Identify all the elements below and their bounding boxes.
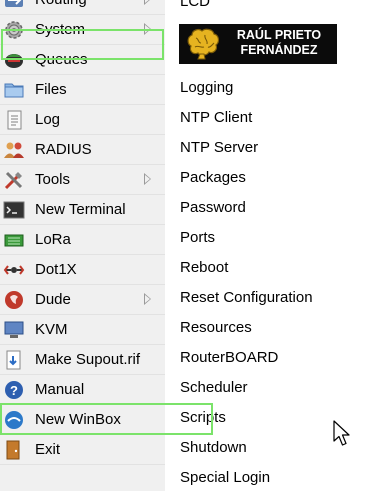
submenu-item-label: Shutdown <box>180 439 247 456</box>
watermark-line1: RAÚL PRIETO <box>236 28 322 42</box>
submenu-item-lcd[interactable]: LCD <box>165 0 379 17</box>
submenu-item-label: Scheduler <box>180 379 248 396</box>
submenu-item-special-login[interactable]: Special Login <box>165 463 379 493</box>
submenu-item-ports[interactable]: Ports <box>165 223 379 253</box>
menu-item-make-supout-rif[interactable]: Make Supout.rif <box>0 345 165 375</box>
menu-item-label: LoRa <box>35 231 71 248</box>
terminal-icon <box>3 199 25 221</box>
submenu-item-label: NTP Client <box>180 109 253 126</box>
tools-icon <box>3 169 25 191</box>
help-icon: ? <box>3 379 25 401</box>
submenu-item-logging[interactable]: Logging <box>165 73 379 103</box>
menu-item-queues[interactable]: Queues <box>0 45 165 75</box>
chevron-right-icon <box>144 23 151 35</box>
watermark-logo: RAÚL PRIETO FERNÁNDEZ <box>179 24 337 64</box>
submenu-item-label: Reboot <box>180 259 229 276</box>
chevron-right-icon <box>144 173 151 185</box>
submenu-item-scheduler[interactable]: Scheduler <box>165 373 379 403</box>
chevron-right-icon <box>144 293 151 305</box>
menu-item-label: Files <box>35 81 67 98</box>
submenu-item-label: Password <box>180 199 246 216</box>
menu-item-lora[interactable]: LoRa <box>0 225 165 255</box>
submenu-item-ntp-client[interactable]: NTP Client <box>165 103 379 133</box>
submenu-item-resources[interactable]: Resources <box>165 313 379 343</box>
menu-item-label: RADIUS <box>35 141 92 158</box>
svg-text:?: ? <box>10 383 18 398</box>
menu-item-label: Log <box>35 111 61 128</box>
submenu-item-label: Scripts <box>180 409 226 426</box>
submenu-item-label: Resources <box>180 319 252 336</box>
submenu-item-label: Packages <box>180 169 246 186</box>
folder-icon <box>3 79 25 101</box>
menu-item-label: System <box>35 21 86 38</box>
queues-icon <box>3 49 25 71</box>
menu-item-log[interactable]: Log <box>0 105 165 135</box>
submenu-item-label: Ports <box>180 229 216 246</box>
menu-item-dude[interactable]: Dude <box>0 285 165 315</box>
menu-item-files[interactable]: Files <box>0 75 165 105</box>
dude-icon <box>3 289 25 311</box>
menu-item-routing[interactable]: Routing <box>0 0 165 15</box>
menu-item-kvm[interactable]: KVM <box>0 315 165 345</box>
menu-item-new-winbox[interactable]: New WinBox <box>0 405 165 435</box>
watermark-line2: FERNÁNDEZ <box>240 43 318 57</box>
menu-item-dot1x[interactable]: Dot1X <box>0 255 165 285</box>
dot1x-icon <box>3 259 25 281</box>
watermark-text: RAÚL PRIETO FERNÁNDEZ <box>223 28 335 58</box>
submenu-item-label: NTP Server <box>180 139 259 156</box>
menu-item-label: Dude <box>35 291 71 308</box>
gear-icon <box>3 19 25 41</box>
menu-item-label: Dot1X <box>35 261 77 278</box>
exit-icon <box>3 439 25 461</box>
menu-item-exit[interactable]: Exit <box>0 435 165 465</box>
menu-item-tools[interactable]: Tools <box>0 165 165 195</box>
menu-item-label: Exit <box>35 441 61 458</box>
menu-item-label: Make Supout.rif <box>35 351 141 368</box>
submenu-item-label: RouterBOARD <box>180 349 279 366</box>
supout-icon <box>3 349 25 371</box>
menu-item-radius[interactable]: RADIUS <box>0 135 165 165</box>
menu-item-label: Queues <box>35 51 88 68</box>
submenu-item-password[interactable]: Password <box>165 193 379 223</box>
submenu-item-label: LCD <box>180 0 211 10</box>
menu-item-new-terminal[interactable]: New Terminal <box>0 195 165 225</box>
winbox-icon <box>3 409 25 431</box>
submenu-item-label: Special Login <box>180 469 271 486</box>
submenu-item-packages[interactable]: Packages <box>165 163 379 193</box>
submenu-item-ntp-server[interactable]: NTP Server <box>165 133 379 163</box>
menu-item-label: New WinBox <box>35 411 121 428</box>
menu-item-label: Routing <box>35 0 87 9</box>
brain-icon <box>187 28 220 60</box>
menu-item-system[interactable]: System <box>0 15 165 45</box>
lora-icon <box>3 229 25 251</box>
submenu-item-label: Logging <box>180 79 234 96</box>
system-submenu: LCD RAÚL PRIETO FERNÁNDEZ Logging NTP Cli… <box>165 0 379 491</box>
submenu-item-label: Reset Configuration <box>180 289 313 306</box>
menu-item-label: New Terminal <box>35 201 126 218</box>
menu-item-label: Tools <box>35 171 71 188</box>
main-menu: Routing System Queues Files Log RADIUS Tools Ne… <box>0 0 165 491</box>
menu-item-manual[interactable]: ? Manual <box>0 375 165 405</box>
submenu-item-reboot[interactable]: Reboot <box>165 253 379 283</box>
menu-item-label: KVM <box>35 321 68 338</box>
log-icon <box>3 109 25 131</box>
routing-icon <box>3 0 25 11</box>
kvm-icon <box>3 319 25 341</box>
submenu-item-reset-configuration[interactable]: Reset Configuration <box>165 283 379 313</box>
users-icon <box>3 139 25 161</box>
mouse-cursor-icon <box>333 420 350 446</box>
menu-item-label: Manual <box>35 381 85 398</box>
submenu-item-routerboard[interactable]: RouterBOARD <box>165 343 379 373</box>
chevron-right-icon <box>144 0 151 5</box>
